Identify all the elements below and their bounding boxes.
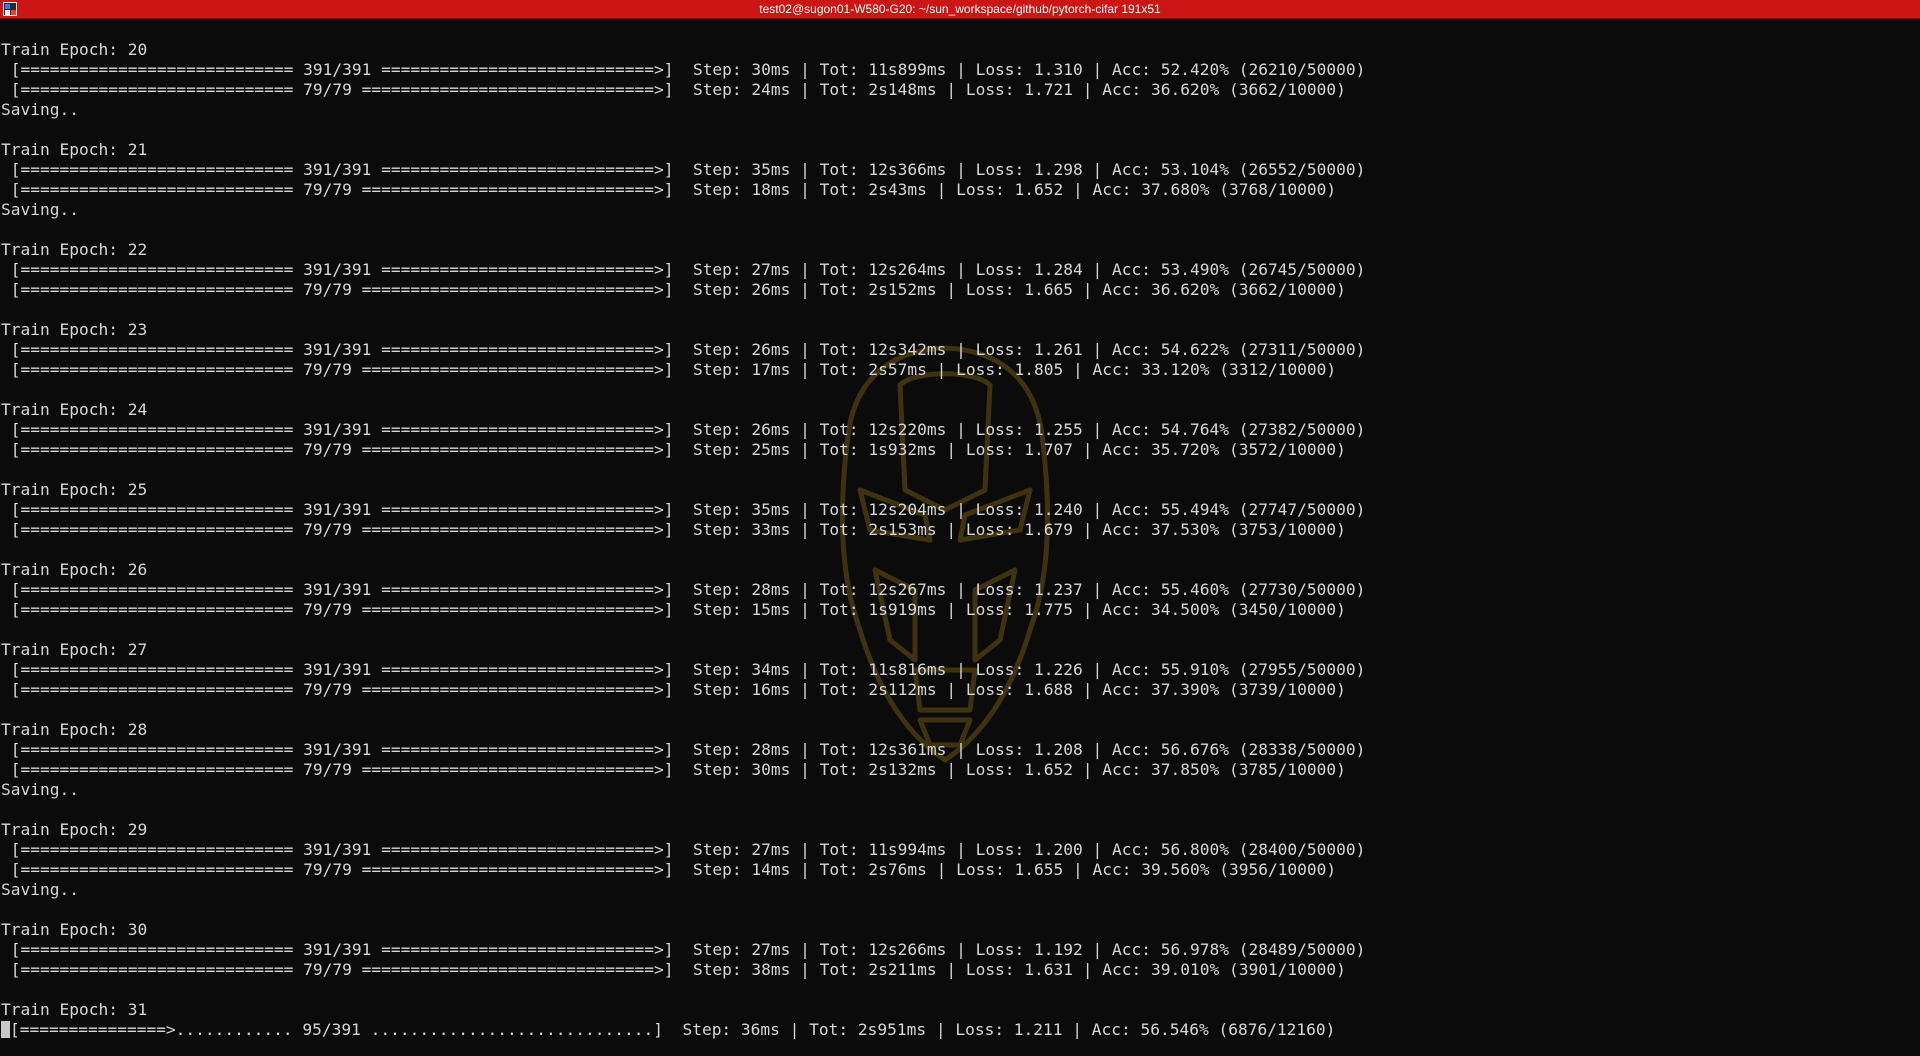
terminal-line: [============================ 79/79 ====…	[1, 180, 1337, 199]
terminal-line: [============================ 79/79 ====…	[1, 80, 1346, 99]
terminal-line: Train Epoch: 27	[1, 640, 148, 659]
terminal-line: [============================ 79/79 ====…	[1, 280, 1346, 299]
terminal-line: [============================ 391/391 ==…	[1, 740, 1366, 759]
progress-line-text: [===============>............ 95/391 ...…	[10, 1020, 1336, 1039]
terminal-line: [============================ 79/79 ====…	[1, 680, 1346, 699]
block-cursor	[1, 1021, 10, 1038]
terminal-line: Train Epoch: 23	[1, 320, 148, 339]
terminal-line: Train Epoch: 22	[1, 240, 148, 259]
terminal-line: Saving..	[1, 880, 79, 899]
terminal-line: Saving..	[1, 100, 79, 119]
terminal-line: Saving..	[1, 200, 79, 219]
terminal-line: Train Epoch: 28	[1, 720, 148, 739]
terminal-line: [============================ 79/79 ====…	[1, 860, 1337, 879]
terminal-line: [============================ 391/391 ==…	[1, 500, 1366, 519]
terminal-line: [============================ 391/391 ==…	[1, 60, 1366, 79]
title-bar[interactable]: test02@sugon01-W580-G20: ~/sun_workspace…	[0, 0, 1920, 19]
terminal-line: [============================ 79/79 ====…	[1, 360, 1337, 379]
terminal-lines: Train Epoch: 20 [=======================…	[1, 40, 1911, 1020]
terminal-line: Train Epoch: 24	[1, 400, 148, 419]
terminal-line: [============================ 79/79 ====…	[1, 520, 1346, 539]
terminal-line: [============================ 391/391 ==…	[1, 260, 1366, 279]
terminal-line: Train Epoch: 29	[1, 820, 148, 839]
terminal-line: [============================ 391/391 ==…	[1, 940, 1366, 959]
terminal-line: [============================ 391/391 ==…	[1, 160, 1366, 179]
terminal-line: Train Epoch: 30	[1, 920, 148, 939]
terminal-line: [============================ 79/79 ====…	[1, 960, 1346, 979]
window-title: test02@sugon01-W580-G20: ~/sun_workspace…	[759, 2, 1161, 16]
terminal-line: Train Epoch: 20	[1, 40, 148, 59]
terminal-line: Train Epoch: 21	[1, 140, 148, 159]
terminal-line: [============================ 79/79 ====…	[1, 760, 1346, 779]
terminal-line: Train Epoch: 31	[1, 1000, 148, 1019]
current-progress-line: [===============>............ 95/391 ...…	[1, 1020, 1911, 1040]
terminal-line: [============================ 391/391 ==…	[1, 420, 1366, 439]
terminal-line: [============================ 79/79 ====…	[1, 440, 1346, 459]
terminal-line: Train Epoch: 26	[1, 560, 148, 579]
terminal-line: [============================ 391/391 ==…	[1, 580, 1366, 599]
terminal-line: [============================ 79/79 ====…	[1, 600, 1346, 619]
terminal-line: [============================ 391/391 ==…	[1, 660, 1366, 679]
terminal-line: Train Epoch: 25	[1, 480, 148, 499]
terminal-line: [============================ 391/391 ==…	[1, 840, 1366, 859]
terminal-line: [============================ 391/391 ==…	[1, 340, 1366, 359]
terminal-line: Saving..	[1, 780, 79, 799]
terminal-output[interactable]: Train Epoch: 20 [=======================…	[1, 40, 1911, 1050]
